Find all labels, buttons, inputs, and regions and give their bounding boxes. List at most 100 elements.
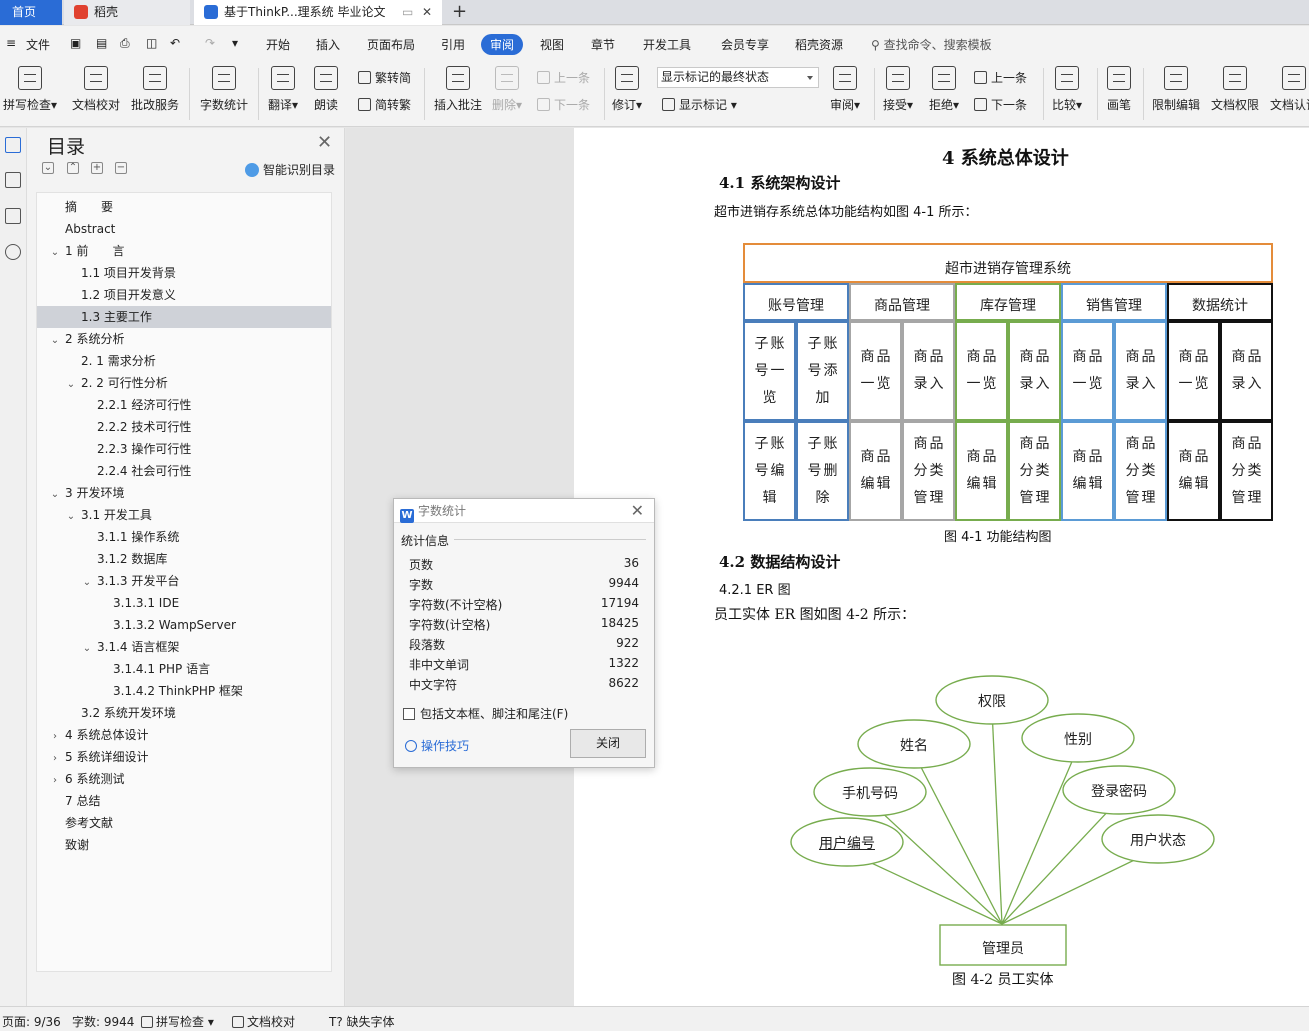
page-indicator[interactable]: 页面: 9/36 [2,1013,61,1030]
document-permission-button[interactable]: 文档权限 [1211,66,1259,113]
menu-daoke-resources[interactable]: 稻壳资源 [795,36,843,53]
trad-to-simp-button[interactable]: 繁转简 [358,69,411,86]
chevron-right-icon[interactable]: › [49,726,61,748]
add-heading-icon[interactable]: + [91,162,103,174]
status-missing-font[interactable]: T? 缺失字体 [329,1013,395,1030]
close-button[interactable]: 关闭 [570,729,646,758]
track-changes-button[interactable]: 修订▾ [612,66,642,113]
toc-item[interactable]: 1.1 项目开发背景 [37,262,331,284]
include-textbox-checkbox[interactable]: 包括文本框、脚注和尾注(F) [403,705,568,722]
tab-daoke[interactable]: 稻壳 [64,0,190,25]
toc-item[interactable]: 7 总结 [37,790,331,812]
menu-layout[interactable]: 页面布局 [367,36,415,53]
command-search[interactable]: ⚲ 查找命令、搜索模板 [871,36,992,53]
toc-item[interactable]: 2.2.2 技术可行性 [37,416,331,438]
menu-references[interactable]: 引用 [441,36,465,53]
toc-item[interactable]: 3.2 系统开发环境 [37,702,331,724]
menu-insert[interactable]: 插入 [316,36,340,53]
chevron-down-icon[interactable]: ⌄ [81,638,93,660]
restrict-editing-button[interactable]: 限制编辑 [1152,66,1200,113]
menu-review[interactable]: 审阅 [481,34,524,55]
toc-item[interactable]: ⌄ 3.1 开发工具 [37,504,331,526]
collapse-all-icon[interactable]: ⌄ [42,162,54,174]
search-icon[interactable] [5,244,21,260]
spell-check-button[interactable]: 拼写检查▾ [3,66,57,113]
review-pane-button[interactable]: 审阅▾ [830,66,860,113]
word-count-button[interactable]: 字数统计 [200,66,248,113]
smart-toc-button[interactable]: 智能识别目录 [245,161,335,178]
toc-item[interactable]: ⌄ 3.1.4 语言框架 [37,636,331,658]
tab-pin-icon[interactable]: ▭ [402,0,413,25]
show-markup-button[interactable]: 显示标记 ▾ [662,96,737,113]
next-change-button[interactable]: 下一条 [974,96,1027,113]
toc-item[interactable]: 3.1.1 操作系统 [37,526,331,548]
toc-item[interactable]: 致谢 [37,834,331,856]
save-icon[interactable]: ▣ [70,36,81,50]
hamburger-icon[interactable]: ≡ [6,36,16,50]
toc-item[interactable]: 1.2 项目开发意义 [37,284,331,306]
print-icon[interactable]: ⎙ [120,36,130,51]
new-tab-icon[interactable]: + [452,0,467,23]
compare-button[interactable]: 比较▾ [1052,66,1082,113]
toc-item[interactable]: 3.1.3.1 IDE [37,592,331,614]
chevron-down-icon[interactable]: ⌄ [65,374,77,396]
toc-item[interactable]: 3.1.4.1 PHP 语言 [37,658,331,680]
toc-close-icon[interactable]: ✕ [317,132,332,153]
chevron-down-icon[interactable]: ⌄ [49,330,61,352]
menu-member[interactable]: 会员专享 [721,36,769,53]
toc-item[interactable]: › 4 系统总体设计 [37,724,331,746]
delete-comment-button[interactable]: 删除▾ [492,66,522,113]
translate-button[interactable]: 翻译▾ [268,66,298,113]
menu-chapter[interactable]: 章节 [591,36,615,53]
toc-item[interactable]: 3.1.4.2 ThinkPHP 框架 [37,680,331,702]
chevron-down-icon[interactable]: ⌄ [81,572,93,594]
toc-item[interactable]: 3.1.3.2 WampServer [37,614,331,636]
prev-change-button[interactable]: 上一条 [974,69,1027,86]
toc-item[interactable]: 3.1.2 数据库 [37,548,331,570]
export-pdf-icon[interactable]: ▤ [96,36,107,50]
word-count-indicator[interactable]: 字数: 9944 [72,1013,134,1030]
toc-item[interactable]: ⌄ 2 系统分析 [37,328,331,350]
simp-to-trad-button[interactable]: 简转繁 [358,96,411,113]
menu-devtools[interactable]: 开发工具 [643,36,691,53]
chapter-nav-icon[interactable] [5,172,21,188]
toc-item[interactable]: ⌄ 3 开发环境 [37,482,331,504]
close-icon[interactable]: ✕ [631,501,644,520]
pen-button[interactable]: 画笔 [1107,66,1131,113]
toc-item[interactable]: 2.2.3 操作可行性 [37,438,331,460]
menu-home[interactable]: 开始 [266,36,290,53]
next-comment-button[interactable]: 下一条 [537,96,590,113]
prev-comment-button[interactable]: 上一条 [537,69,590,86]
redo-icon[interactable]: ↷ [205,36,215,50]
toc-item[interactable]: 1.3 主要工作 [37,306,331,328]
document-cert-button[interactable]: 文档认证 [1270,66,1309,113]
document-page[interactable]: 4 系统总体设计 4.1 系统架构设计 超市进销存系统总体功能结构如图 4-1 … [574,128,1309,1006]
toc-item[interactable]: 2.2.1 经济可行性 [37,394,331,416]
status-proofread[interactable]: 文档校对 [232,1013,295,1030]
tab-home[interactable]: 首页 [0,0,62,25]
tab-close-icon[interactable]: ✕ [422,0,432,25]
accept-button[interactable]: 接受▾ [883,66,913,113]
toc-item[interactable]: ⌄ 3.1.3 开发平台 [37,570,331,592]
toc-item[interactable]: 2. 1 需求分析 [37,350,331,372]
bookmark-icon[interactable] [5,208,21,224]
insert-comment-button[interactable]: 插入批注 [434,66,482,113]
tab-document[interactable]: 基于ThinkP...理系统 毕业论文 ▭ ✕ [194,0,442,25]
menu-view[interactable]: 视图 [540,36,564,53]
grading-service-button[interactable]: 批改服务 [131,66,179,113]
chevron-right-icon[interactable]: › [49,748,61,770]
preview-icon[interactable]: ◫ [146,36,157,50]
remove-heading-icon[interactable]: − [115,162,127,174]
menu-file[interactable]: 文件 [26,36,50,53]
toc-item[interactable]: 2.2.4 社会可行性 [37,460,331,482]
chevron-down-icon[interactable]: ⌄ [49,242,61,264]
toc-item[interactable]: ⌄ 1 前 言 [37,240,331,262]
toc-item[interactable]: › 6 系统测试 [37,768,331,790]
reject-button[interactable]: 拒绝▾ [929,66,959,113]
markup-state-select[interactable]: 显示标记的最终状态 [657,67,819,88]
quick-access-dropdown-icon[interactable]: ▾ [232,36,238,50]
chevron-right-icon[interactable]: › [49,770,61,792]
toc-panel-icon[interactable] [5,137,21,153]
undo-icon[interactable]: ↶ [170,36,180,50]
chevron-down-icon[interactable]: ⌄ [49,484,61,506]
